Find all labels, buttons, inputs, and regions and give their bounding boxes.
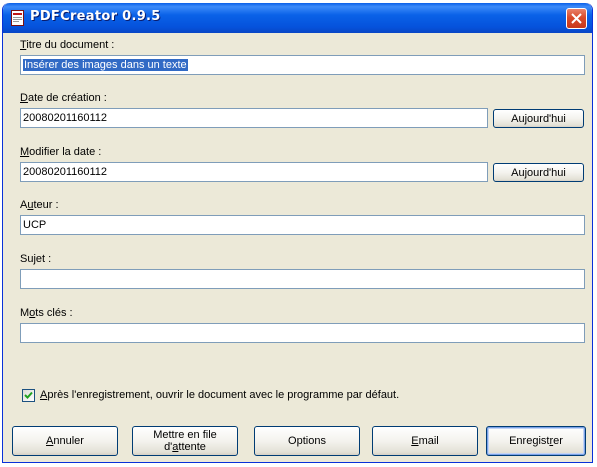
checkmark-icon: [24, 391, 33, 399]
enregistrer-button[interactable]: Enregistrer: [486, 426, 586, 456]
close-button[interactable]: [566, 8, 587, 29]
dialog-content: Titre du document : Insérer des images d…: [3, 33, 592, 462]
mettre-en-file-line2: d'attente: [164, 441, 206, 453]
aujourdhui-creation-button[interactable]: Aujourd'hui: [493, 109, 584, 128]
titre-input[interactable]: Insérer des images dans un texte: [20, 55, 585, 75]
window-title: PDFCreator 0.9.5: [30, 9, 161, 24]
email-button[interactable]: Email: [372, 426, 478, 456]
email-label: Email: [411, 435, 439, 447]
mots-cles-input[interactable]: [20, 323, 585, 343]
enregistrer-label: Enregistrer: [509, 435, 563, 447]
label-date-creation: Date de création :: [20, 92, 107, 104]
auteur-input[interactable]: UCP: [20, 215, 585, 235]
sujet-input[interactable]: [20, 269, 585, 289]
options-button[interactable]: Options: [254, 426, 360, 456]
date-creation-input[interactable]: 20080201160112: [20, 108, 488, 128]
label-sujet: Sujet :: [20, 253, 52, 265]
mettre-en-file-line1: Mettre en file: [153, 429, 217, 441]
label-titre: Titre du document :: [20, 39, 115, 51]
label-mots-cles: Mots clés :: [20, 307, 73, 319]
aujourdhui-modifier-button[interactable]: Aujourd'hui: [493, 163, 584, 182]
pdfcreator-app-icon: [11, 10, 24, 26]
titre-value: Insérer des images dans un texte: [23, 59, 188, 71]
annuler-label: Annuler: [46, 435, 84, 447]
modifier-date-input[interactable]: 20080201160112: [20, 162, 488, 182]
title-bar[interactable]: PDFCreator 0.9.5: [3, 3, 592, 33]
mettre-en-file-button[interactable]: Mettre en file d'attente: [132, 426, 238, 456]
label-modifier-date: Modifier la date :: [20, 146, 102, 158]
ouvrir-document-checkbox[interactable]: [22, 389, 35, 402]
pdfcreator-window: PDFCreator 0.9.5 Titre du document : Ins…: [2, 3, 593, 463]
annuler-button[interactable]: Annuler: [12, 426, 118, 456]
close-icon: [571, 13, 582, 24]
label-auteur: Auteur :: [20, 199, 59, 211]
ouvrir-document-label[interactable]: Après l'enregistrement, ouvrir le docume…: [40, 389, 399, 401]
